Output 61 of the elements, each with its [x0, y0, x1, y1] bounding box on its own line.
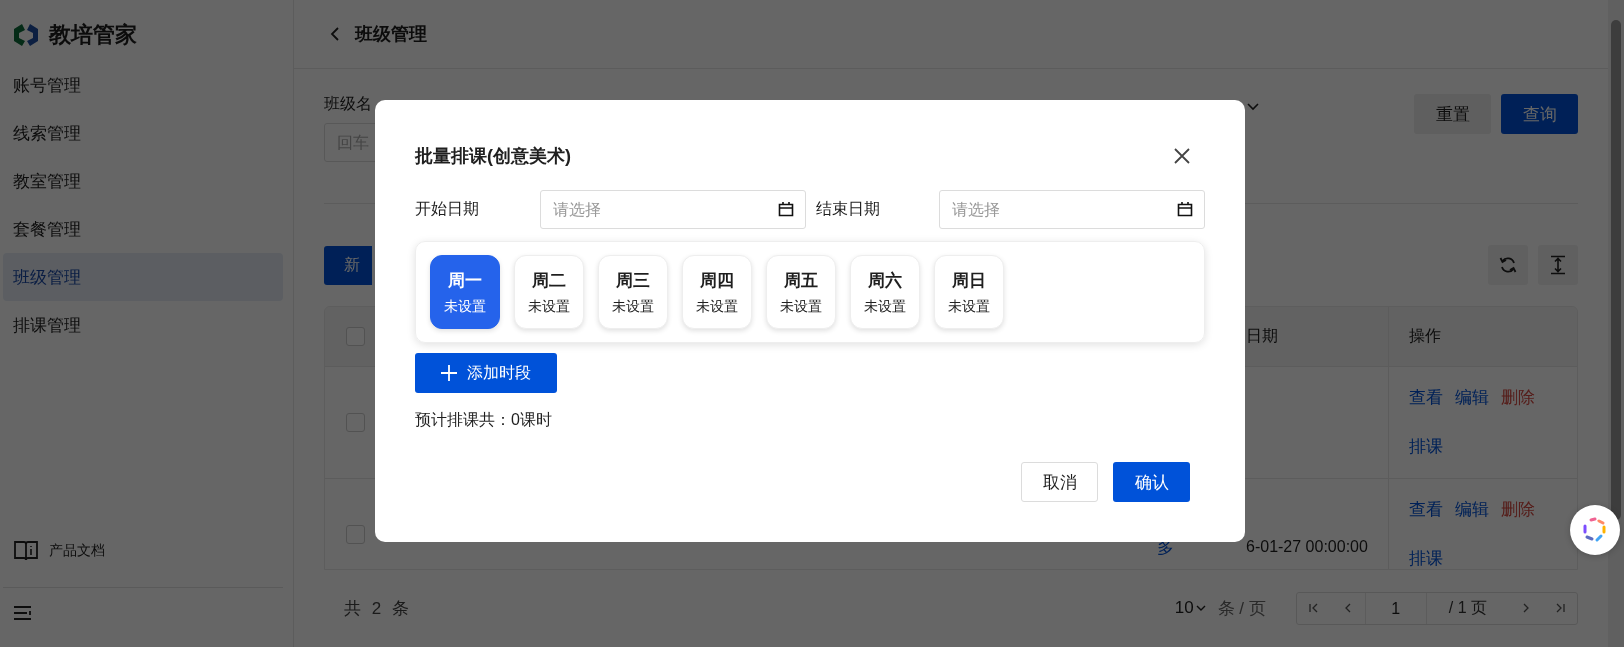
docs-link[interactable]: 产品文档 — [49, 542, 105, 560]
refresh-button[interactable] — [1488, 245, 1528, 285]
page-input[interactable]: 1 — [1364, 592, 1427, 624]
scrollbar-thumb[interactable] — [1611, 20, 1621, 520]
page-title: 班级管理 — [355, 23, 427, 46]
caret-icon[interactable] — [1195, 605, 1206, 611]
table-cell: 6-01-27 00:00:00 — [1246, 537, 1368, 556]
back-icon[interactable] — [330, 26, 340, 42]
cancel-button[interactable]: 取消 — [1021, 462, 1098, 502]
sidebar-item[interactable]: 排课管理 — [3, 301, 283, 349]
app-title: 教培管家 — [49, 20, 137, 49]
page-size-select[interactable]: 10 — [1174, 598, 1206, 618]
plus-icon — [441, 365, 457, 381]
calendar-icon[interactable] — [777, 201, 794, 217]
sidebar-item[interactable]: 套餐管理 — [3, 205, 283, 253]
caret-icon[interactable] — [1247, 103, 1259, 111]
row-height-icon[interactable] — [1548, 255, 1568, 275]
row-height-button[interactable] — [1538, 245, 1578, 285]
weekday-tab[interactable]: 周四 未设置 — [682, 255, 752, 329]
weekday-tab[interactable]: 周五 未设置 — [766, 255, 836, 329]
page-count: / 1 页 — [1447, 597, 1488, 618]
field-label: 开始日期 — [415, 199, 480, 219]
action-link[interactable]: 查看 — [1409, 385, 1443, 409]
action-link[interactable]: 排课 — [1409, 546, 1443, 569]
total-count: 共 2 条 — [343, 597, 412, 620]
action-link[interactable]: 查看 — [1409, 497, 1443, 521]
sidebar-item[interactable]: 班级管理 — [3, 253, 283, 301]
action-link[interactable]: 排课 — [1409, 434, 1443, 458]
action-link[interactable]: 编辑 — [1455, 497, 1489, 521]
action-link[interactable]: 删除 — [1501, 497, 1535, 521]
menu-icon[interactable] — [14, 606, 32, 620]
sidebar-item[interactable]: 线索管理 — [3, 109, 283, 157]
column-header: 日期 — [1246, 326, 1279, 346]
refresh-icon[interactable] — [1498, 255, 1518, 275]
sidebar-item[interactable]: 教室管理 — [3, 157, 283, 205]
dialog-title: 批量排课(创意美术) — [415, 145, 571, 168]
filter-label: 班级名 — [324, 94, 373, 114]
field-label: 结束日期 — [815, 199, 881, 219]
close-icon[interactable] — [1174, 148, 1190, 164]
new-button[interactable]: 新 — [324, 245, 372, 285]
calendar-icon[interactable] — [1177, 201, 1193, 217]
column-header: 操作 — [1388, 307, 1577, 366]
date-field[interactable]: 请选择 — [939, 190, 1205, 229]
weekday-tab[interactable]: 周三 未设置 — [598, 255, 668, 329]
weekday-tab[interactable]: 周日 未设置 — [934, 255, 1004, 329]
date-field[interactable]: 请选择 — [539, 190, 806, 229]
page-size-label: 条 / 页 — [1217, 597, 1266, 620]
logo-icon — [12, 22, 40, 47]
action-link[interactable]: 编辑 — [1455, 385, 1489, 409]
assistant-button[interactable] — [1570, 505, 1620, 555]
weekday-tab[interactable]: 周二 未设置 — [514, 255, 584, 329]
action-link[interactable]: 删除 — [1501, 385, 1535, 409]
estimate-text: 预计排课共：0课时 — [415, 410, 553, 430]
reset-button[interactable]: 重置 — [1414, 94, 1491, 134]
sidebar-item[interactable]: 账号管理 — [3, 61, 283, 109]
confirm-button[interactable]: 确认 — [1113, 462, 1190, 502]
weekday-tab[interactable]: 周一 未设置 — [430, 255, 500, 329]
weekday-tab[interactable]: 周六 未设置 — [850, 255, 920, 329]
add-period-button[interactable]: 添加时段 — [415, 353, 557, 393]
book-icon[interactable] — [13, 539, 39, 563]
query-button[interactable]: 查询 — [1501, 94, 1578, 134]
